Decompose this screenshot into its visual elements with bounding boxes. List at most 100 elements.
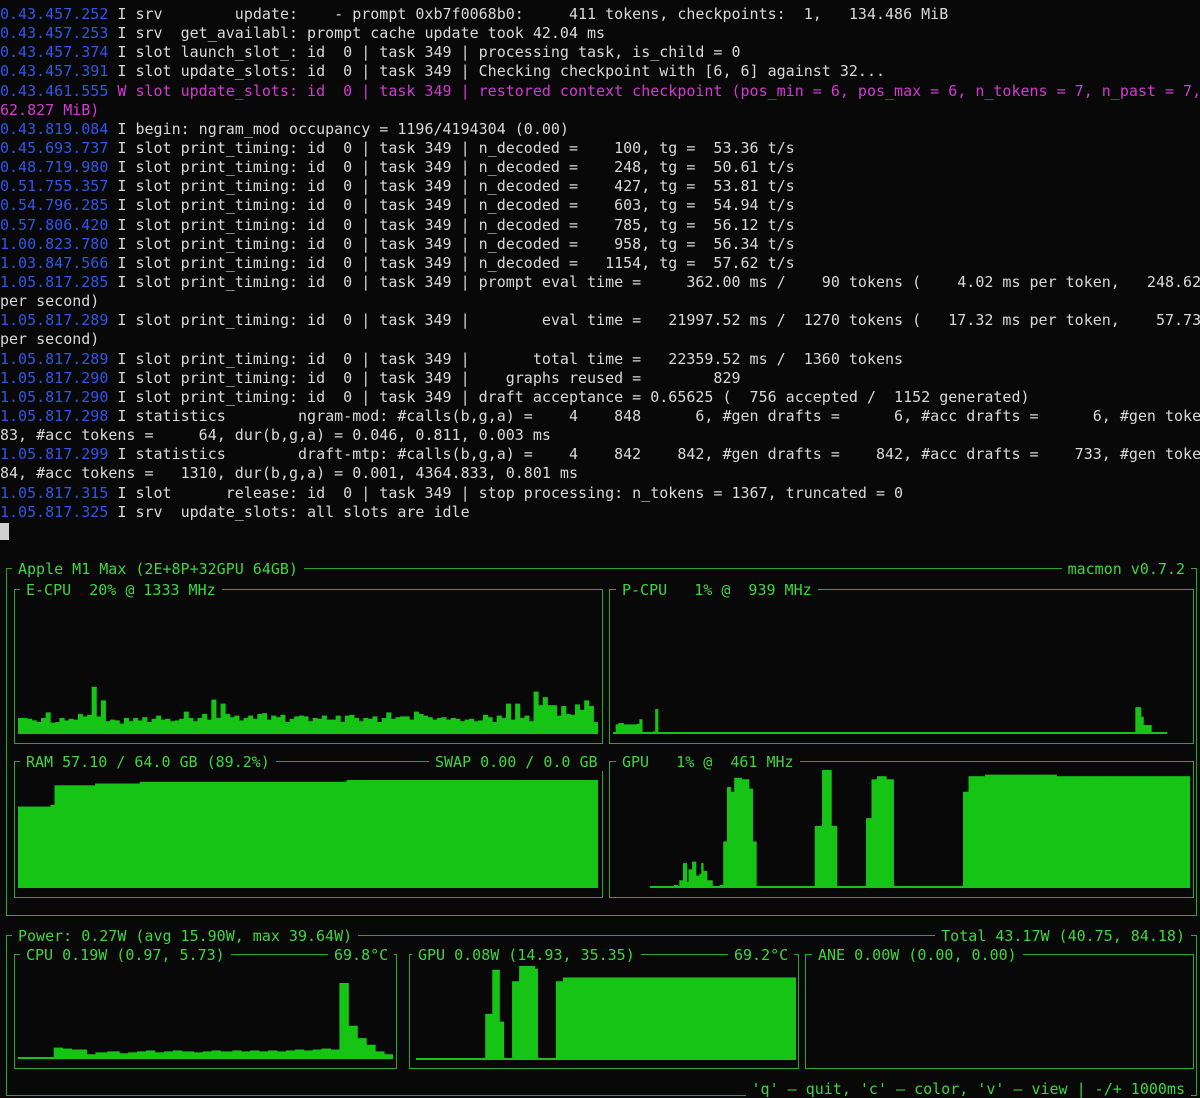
log-line: 1.05.817.290 I slot print_timing: id 0 |… <box>0 369 1200 388</box>
chart-bar <box>324 1048 329 1059</box>
chart-bar <box>127 783 133 888</box>
chart-bar <box>115 783 120 888</box>
chart-bar <box>390 1054 393 1059</box>
chart-bar <box>1164 732 1167 734</box>
chart-bar <box>533 780 538 888</box>
log-timestamp: 1.05.817.289 <box>0 349 109 368</box>
chart-bar <box>387 780 392 888</box>
chart-bar <box>83 1049 87 1059</box>
chart-bar <box>639 719 643 734</box>
chart-bar <box>220 781 226 888</box>
chart-bar <box>74 785 80 888</box>
chart-bar <box>137 720 143 734</box>
log-line: 84, #acc tokens = 1310, dur(b,g,a) = 0.0… <box>0 464 1200 483</box>
log-timestamp: 1.05.817.290 <box>0 368 109 387</box>
chart-bar <box>473 721 479 734</box>
chart-bar <box>303 1050 308 1059</box>
chart-bar <box>487 717 493 734</box>
chart-bar <box>180 781 185 888</box>
chart-bar <box>480 780 485 888</box>
chart-bar <box>538 705 544 734</box>
chart-bar <box>378 780 384 888</box>
chart-bar <box>56 1047 61 1059</box>
terminal-log: 0.43.457.252 I srv update: - prompt 0xb7… <box>0 5 1200 541</box>
chart-bar <box>123 783 129 888</box>
gpu-temp: 69.2°C <box>728 946 795 964</box>
chart-bar <box>237 781 242 888</box>
chart-bar <box>403 780 408 888</box>
chart-bar <box>151 1050 156 1059</box>
chart-bar <box>91 785 96 888</box>
chart-bar <box>261 781 266 888</box>
chart-bar <box>250 1050 254 1059</box>
chart-bar <box>395 780 400 888</box>
chart-bar <box>303 716 309 734</box>
chart-bar <box>36 722 42 734</box>
chart-bar <box>524 780 530 888</box>
chart-bar <box>47 1057 52 1059</box>
log-line: 0.43.457.252 I srv update: - prompt 0xb7… <box>0 5 1200 24</box>
chart-bar <box>238 720 245 734</box>
chart-bar <box>122 1053 126 1059</box>
chart-bar <box>166 1051 171 1059</box>
chart-bar <box>73 719 79 734</box>
chart-bar <box>358 780 364 888</box>
chart-bar <box>229 717 235 734</box>
chart-bar <box>151 781 157 888</box>
chart-bar <box>375 1051 379 1059</box>
chart-bar <box>232 1050 236 1059</box>
chart-bar <box>197 718 203 734</box>
chart-bar <box>143 1051 147 1059</box>
chart-bar <box>31 720 37 734</box>
chart-bar <box>327 1048 331 1059</box>
chart-bar <box>294 1049 299 1059</box>
chart-bar <box>59 1047 64 1059</box>
chart-bar <box>119 1053 123 1059</box>
chart-bar <box>215 718 222 734</box>
chart-bar <box>447 780 453 888</box>
chart-bar <box>354 1025 358 1059</box>
log-level: I <box>108 387 127 406</box>
log-level: I <box>108 445 127 464</box>
log-level: I <box>108 43 127 62</box>
log-level: I <box>108 158 127 177</box>
chart-bar <box>291 1050 296 1059</box>
chart-bar <box>273 781 279 888</box>
chart-bar <box>754 841 757 888</box>
chart-bar <box>98 1052 102 1059</box>
log-message: slot print_timing: id 0 | task 349 | n_d… <box>126 196 795 215</box>
chart-bar <box>301 781 307 888</box>
chart-bar <box>312 718 318 734</box>
chart-bar <box>244 1051 248 1059</box>
chart-bar <box>114 720 120 734</box>
chart-bar <box>308 721 314 734</box>
log-level: I <box>108 119 127 138</box>
log-line: 1.05.817.298 I statistics ngram-mod: #ca… <box>0 407 1200 426</box>
chart-bar <box>273 1050 278 1059</box>
log-message: slot release: id 0 | task 349 | stop pro… <box>126 483 904 502</box>
chart-bar <box>74 1049 79 1059</box>
log-level: I <box>108 311 127 330</box>
chart-bar <box>142 717 148 734</box>
chart-bar <box>270 1050 275 1059</box>
chart-bar <box>143 781 149 888</box>
chart-bar <box>314 781 319 888</box>
chart-bar <box>202 714 208 734</box>
log-timestamp: 1.05.817.298 <box>0 406 109 425</box>
chart-bar <box>80 1049 84 1059</box>
chart-bar <box>383 780 388 888</box>
chart-bar <box>335 715 341 734</box>
chart-bar <box>261 713 268 734</box>
log-message: statistics draft-mtp: #calls(b,g,a) = 4 … <box>126 445 1200 464</box>
chart-bar <box>450 718 456 734</box>
chart-bar <box>476 780 481 888</box>
log-message: srv update: - prompt 0xb7f0068b0: 411 to… <box>126 5 949 23</box>
chart-bar <box>482 714 489 734</box>
chart-bar <box>377 722 383 734</box>
chart-bar <box>22 806 27 888</box>
chart-bar <box>589 780 595 888</box>
chart-bar <box>147 781 153 888</box>
chart-bar <box>378 1051 382 1059</box>
log-message: srv update_slots: all slots are idle <box>126 502 470 521</box>
log-level: I <box>108 272 127 291</box>
